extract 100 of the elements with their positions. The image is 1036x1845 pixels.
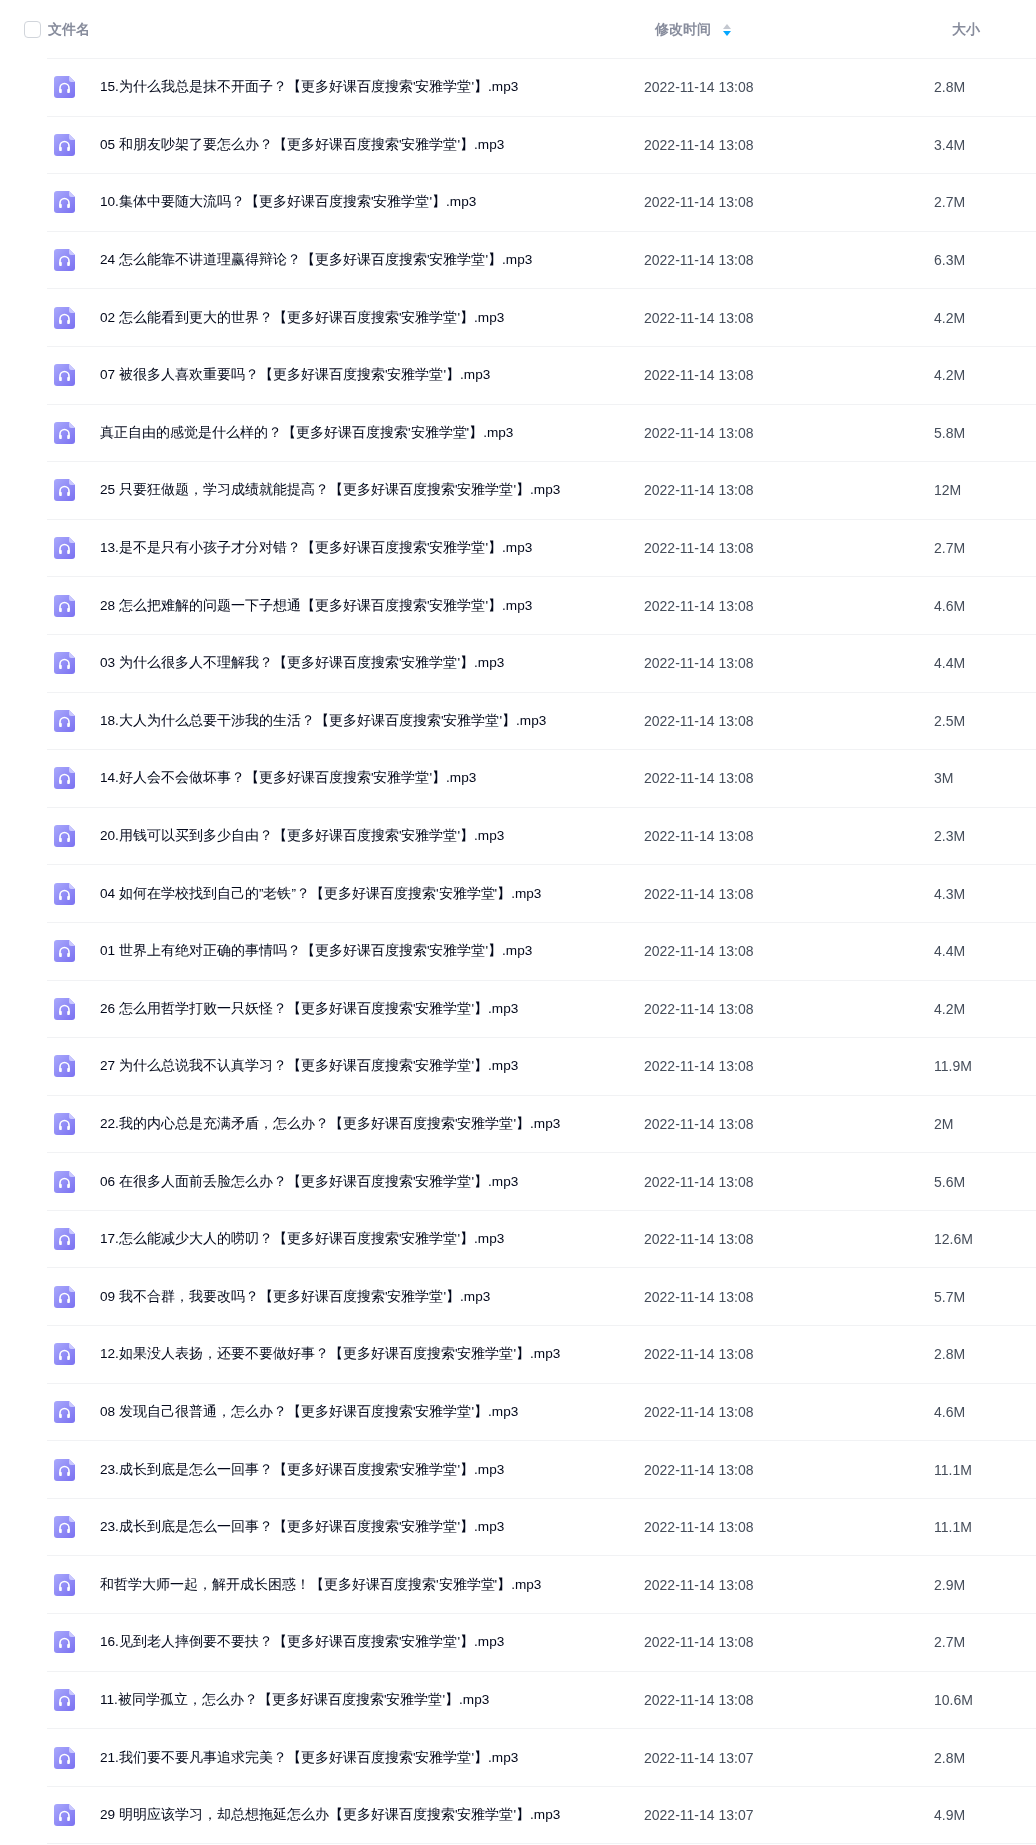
file-size: 2.8M bbox=[934, 1346, 967, 1363]
headphones-file-icon bbox=[54, 1688, 75, 1711]
headphones-file-icon bbox=[54, 249, 75, 272]
file-size: 4.6M bbox=[934, 597, 967, 614]
file-size: 2.7M bbox=[934, 194, 967, 211]
file-name[interactable]: 18.大人为什么总要干涉我的生活？【更多好课百度搜索'安雅学堂'】.mp3 bbox=[100, 711, 644, 730]
headphones-file-icon bbox=[54, 1458, 75, 1481]
file-name[interactable]: 08 发现自己很普通，怎么办？【更多好课百度搜索'安雅学堂'】.mp3 bbox=[100, 1402, 644, 1421]
file-size: 4.4M bbox=[934, 655, 967, 672]
file-size: 2.7M bbox=[934, 1634, 967, 1651]
file-name[interactable]: 26 怎么用哲学打败一只妖怪？【更多好课百度搜索'安雅学堂'】.mp3 bbox=[100, 999, 644, 1018]
file-size: 4.6M bbox=[934, 1403, 967, 1420]
modified-time: 2022-11-14 13:08 bbox=[644, 655, 755, 672]
headphones-file-icon bbox=[54, 1516, 75, 1539]
file-size: 10.6M bbox=[934, 1691, 974, 1708]
headphones-file-icon bbox=[54, 133, 75, 156]
headphones-file-icon bbox=[54, 825, 75, 847]
file-name[interactable]: 01 世界上有绝对正确的事情吗？【更多好课百度搜索'安雅学堂'】.mp3 bbox=[100, 942, 644, 961]
modified-time: 2022-11-14 13:08 bbox=[644, 367, 755, 384]
file-name[interactable]: 12.如果没人表扬，还要不要做好事？【更多好课百度搜索'安雅学堂'】.mp3 bbox=[100, 1345, 644, 1364]
file-name[interactable]: 23.成长到底是怎么一回事？【更多好课百度搜索'安雅学堂'】.mp3 bbox=[100, 1518, 644, 1537]
file-size: 4.3M bbox=[934, 885, 967, 902]
modified-time: 2022-11-14 13:08 bbox=[644, 1519, 755, 1536]
file-size: 4.2M bbox=[934, 1000, 967, 1017]
headphones-file-icon bbox=[54, 1170, 75, 1193]
sort-icon[interactable] bbox=[723, 23, 731, 36]
file-name[interactable]: 28 怎么把难解的问题一下子想通【更多好课百度搜索'安雅学堂'】.mp3 bbox=[100, 596, 644, 615]
file-name[interactable]: 04 如何在学校找到自己的”老铁”？【更多好课百度搜索'安雅学堂'】.mp3 bbox=[100, 884, 644, 903]
modified-time: 2022-11-14 13:07 bbox=[644, 1749, 755, 1766]
file-name[interactable]: 15.为什么我总是抹不开面子？【更多好课百度搜索'安雅学堂'】.mp3 bbox=[100, 78, 644, 97]
headphones-file-icon bbox=[54, 479, 75, 502]
headphones-file-icon bbox=[54, 76, 75, 99]
file-size: 2.8M bbox=[934, 79, 967, 96]
file-size: 3.4M bbox=[934, 136, 967, 153]
file-size: 4.2M bbox=[934, 367, 967, 384]
modified-time: 2022-11-14 13:08 bbox=[644, 540, 755, 557]
file-name[interactable]: 25 只要狂做题，学习成绩就能提高？【更多好课百度搜索'安雅学堂'】.mp3 bbox=[100, 481, 644, 500]
file-size: 11.1M bbox=[934, 1461, 973, 1478]
headphones-file-icon bbox=[54, 1228, 75, 1251]
headphones-file-icon bbox=[54, 882, 75, 905]
file-size: 12M bbox=[934, 482, 963, 499]
modified-time: 2022-11-14 13:08 bbox=[644, 943, 755, 960]
headphones-file-icon bbox=[54, 1573, 75, 1596]
file-name[interactable]: 07 被很多人喜欢重要吗？【更多好课百度搜索'安雅学堂'】.mp3 bbox=[100, 366, 644, 385]
file-name[interactable]: 13.是不是只有小孩子才分对错？【更多好课百度搜索'安雅学堂'】.mp3 bbox=[100, 539, 644, 558]
file-name[interactable]: 真正自由的感觉是什么样的？【更多好课百度搜索'安雅学堂'】.mp3 bbox=[100, 423, 644, 442]
headphones-file-icon bbox=[54, 1055, 75, 1078]
file-name[interactable]: 20.用钱可以买到多少自由？【更多好课百度搜索'安雅学堂'】.mp3 bbox=[100, 827, 644, 845]
file-size: 6.3M bbox=[934, 252, 967, 269]
file-name[interactable]: 21.我们要不要凡事追求完美？【更多好课百度搜索'安雅学堂'】.mp3 bbox=[100, 1748, 644, 1767]
file-name[interactable]: 03 为什么很多人不理解我？【更多好课百度搜索'安雅学堂'】.mp3 bbox=[100, 654, 644, 673]
file-size: 2.8M bbox=[934, 1749, 967, 1766]
file-name[interactable]: 和哲学大师一起，解开成长困惑！【更多好课百度搜索'安雅学堂'】.mp3 bbox=[100, 1575, 644, 1594]
modified-time: 2022-11-14 13:08 bbox=[644, 712, 755, 729]
modified-time: 2022-11-14 13:08 bbox=[644, 136, 755, 153]
headphones-file-icon bbox=[54, 1343, 75, 1366]
file-size: 2.9M bbox=[934, 1576, 967, 1593]
file-size: 5.7M bbox=[934, 1288, 967, 1305]
modified-time: 2022-11-14 13:08 bbox=[644, 424, 755, 441]
headphones-file-icon bbox=[54, 1804, 75, 1827]
modified-time: 2022-11-14 13:08 bbox=[644, 1576, 755, 1593]
file-name[interactable]: 24 怎么能靠不讲道理赢得辩论？【更多好课百度搜索'安雅学堂'】.mp3 bbox=[100, 251, 644, 270]
headphones-file-icon bbox=[54, 709, 75, 732]
file-name[interactable]: 29 明明应该学习，却总想拖延怎么办【更多好课百度搜索'安雅学堂'】.mp3 bbox=[100, 1806, 644, 1825]
modified-time: 2022-11-14 13:08 bbox=[644, 194, 755, 211]
file-size: 4.9M bbox=[934, 1807, 967, 1824]
headphones-file-icon bbox=[54, 652, 75, 675]
modified-time: 2022-11-14 13:08 bbox=[644, 482, 755, 499]
modified-time: 2022-11-14 13:08 bbox=[644, 1058, 755, 1075]
modified-time: 2022-11-14 13:08 bbox=[644, 309, 755, 326]
file-name[interactable]: 06 在很多人面前丢脸怎么办？【更多好课百度搜索'安雅学堂'】.mp3 bbox=[100, 1172, 644, 1191]
file-name[interactable]: 11.被同学孤立，怎么办？【更多好课百度搜索'安雅学堂'】.mp3 bbox=[100, 1690, 644, 1709]
modified-time: 2022-11-14 13:08 bbox=[644, 1634, 755, 1651]
file-size: 12.6M bbox=[934, 1231, 974, 1248]
file-name[interactable]: 02 怎么能看到更大的世界？【更多好课百度搜索'安雅学堂'】.mp3 bbox=[100, 308, 644, 327]
checkbox[interactable] bbox=[24, 21, 41, 38]
file-name[interactable]: 14.好人会不会做坏事？【更多好课百度搜索'安雅学堂'】.mp3 bbox=[100, 769, 644, 788]
file-size: 3M bbox=[934, 770, 955, 787]
file-size: 4.4M bbox=[934, 943, 967, 960]
file-name[interactable]: 23.成长到底是怎么一回事？【更多好课百度搜索'安雅学堂'】.mp3 bbox=[100, 1460, 644, 1479]
file-name[interactable]: 16.见到老人摔倒要不要扶？【更多好课百度搜索'安雅学堂'】.mp3 bbox=[100, 1633, 644, 1652]
headphones-file-icon bbox=[54, 594, 75, 617]
modified-time: 2022-11-14 13:08 bbox=[644, 1116, 755, 1132]
modified-time: 2022-11-14 13:07 bbox=[644, 1807, 755, 1824]
file-name[interactable]: 17.怎么能减少大人的唠叨？【更多好课百度搜索'安雅学堂'】.mp3 bbox=[100, 1230, 644, 1249]
file-size: 5.6M bbox=[934, 1173, 967, 1190]
file-name[interactable]: 22.我的内心总是充满矛盾，怎么办？【更多好课百度搜索'安雅学堂'】.mp3 bbox=[100, 1115, 644, 1133]
file-size: 5.8M bbox=[934, 424, 967, 441]
modified-time: 2022-11-14 13:08 bbox=[644, 1231, 755, 1248]
file-name[interactable]: 09 我不合群，我要改吗？【更多好课百度搜索'安雅学堂'】.mp3 bbox=[100, 1287, 644, 1306]
headphones-file-icon bbox=[54, 306, 75, 329]
file-name[interactable]: 05 和朋友吵架了要怎么办？【更多好课百度搜索'安雅学堂'】.mp3 bbox=[100, 135, 644, 154]
file-name[interactable]: 27 为什么总说我不认真学习？【更多好课百度搜索'安雅学堂'】.mp3 bbox=[100, 1057, 644, 1076]
file-size: 11.9M bbox=[934, 1058, 973, 1075]
file-size: 2.3M bbox=[934, 828, 967, 844]
modified-time: 2022-11-14 13:08 bbox=[644, 1403, 755, 1420]
file-name[interactable]: 10.集体中要随大流吗？【更多好课百度搜索'安雅学堂'】.mp3 bbox=[100, 193, 644, 212]
headphones-file-icon bbox=[54, 1400, 75, 1423]
modified-time: 2022-11-14 13:08 bbox=[644, 1288, 755, 1305]
headphones-file-icon bbox=[54, 1746, 75, 1769]
